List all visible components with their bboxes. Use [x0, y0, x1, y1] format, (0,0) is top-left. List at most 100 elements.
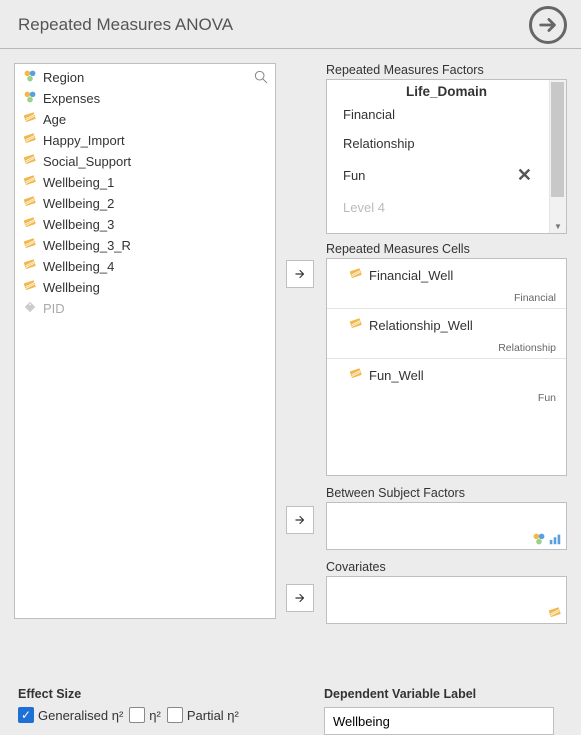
continuous-icon	[23, 132, 37, 149]
effect-size-section: Effect Size Generalised η² η² Partial η²	[18, 687, 324, 735]
variable-label: PID	[43, 301, 65, 316]
variable-item[interactable]: Wellbeing_2	[15, 193, 275, 214]
arrow-right-icon	[293, 513, 307, 527]
variable-label: Wellbeing_2	[43, 196, 114, 211]
variable-list-panel: Region Expenses Age Happy_Import Social_Supp…	[14, 63, 276, 619]
cell-level-label: Fun	[349, 384, 556, 404]
variable-label: Wellbeing_3	[43, 217, 114, 232]
variable-item[interactable]: Wellbeing	[15, 277, 275, 298]
continuous-icon	[23, 258, 37, 275]
transfer-to-between-button[interactable]	[286, 506, 314, 534]
continuous-icon	[23, 237, 37, 254]
page-title: Repeated Measures ANOVA	[18, 15, 233, 35]
variable-label: Wellbeing_4	[43, 259, 114, 274]
variable-item[interactable]: Happy_Import	[15, 130, 275, 151]
checkbox[interactable]	[18, 707, 34, 723]
transfer-to-covariates-button[interactable]	[286, 584, 314, 612]
variable-label: Age	[43, 112, 66, 127]
checkbox-label: Partial η²	[187, 708, 239, 723]
between-label: Between Subject Factors	[326, 486, 567, 500]
variable-label: Wellbeing	[43, 280, 100, 295]
variable-label: Wellbeing_1	[43, 175, 114, 190]
variable-label: Region	[43, 70, 84, 85]
transfer-to-cells-button[interactable]	[286, 260, 314, 288]
nominal-icon	[23, 90, 37, 107]
search-icon[interactable]	[253, 69, 269, 90]
covariates-label: Covariates	[326, 560, 567, 574]
continuous-icon	[23, 216, 37, 233]
factor-level[interactable]: Relationship	[339, 129, 539, 158]
continuous-hint-icon	[548, 606, 562, 620]
continuous-icon	[349, 267, 363, 284]
dv-label-input[interactable]	[324, 707, 554, 735]
arrow-right-icon	[293, 591, 307, 605]
remove-level-button[interactable]: ✕	[514, 165, 535, 186]
dv-label-section: Dependent Variable Label	[324, 687, 563, 735]
cell-variable-label: Fun_Well	[369, 368, 424, 383]
checkbox-label: η²	[149, 708, 161, 723]
continuous-icon	[23, 153, 37, 170]
continuous-icon	[23, 174, 37, 191]
covariates-panel[interactable]	[326, 576, 567, 624]
cell-variable-label: Relationship_Well	[369, 318, 473, 333]
level-label: Level 4	[343, 200, 385, 215]
variable-item[interactable]: PID	[15, 298, 275, 319]
arrow-right-icon	[537, 14, 559, 36]
variable-item[interactable]: Age	[15, 109, 275, 130]
rm-cells-panel[interactable]: Financial_WellFinancialRelationship_Well…	[326, 258, 567, 476]
id-icon	[23, 300, 37, 317]
variable-item[interactable]: Region	[15, 67, 275, 88]
variable-item[interactable]: Wellbeing_4	[15, 256, 275, 277]
rm-factors-section: Repeated Measures Factors Life_Domain Fi…	[326, 63, 567, 234]
scroll-thumb[interactable]	[551, 82, 564, 197]
continuous-icon	[349, 367, 363, 384]
scrollbar[interactable]: ▲ ▼	[549, 80, 566, 233]
level-label: Relationship	[343, 136, 415, 151]
variable-label: Happy_Import	[43, 133, 125, 148]
run-analysis-button[interactable]	[529, 6, 567, 44]
cell-variable-label: Financial_Well	[369, 268, 453, 283]
rm-factors-label: Repeated Measures Factors	[326, 63, 567, 77]
variable-item[interactable]: Wellbeing_3_R	[15, 235, 275, 256]
scroll-down-icon[interactable]: ▼	[554, 222, 562, 231]
dv-label-title: Dependent Variable Label	[324, 687, 563, 701]
factor-name[interactable]: Life_Domain	[327, 80, 566, 100]
level-label: Financial	[343, 107, 395, 122]
cell-level-label: Financial	[349, 284, 556, 304]
variable-label: Wellbeing_3_R	[43, 238, 131, 253]
nominal-icon	[23, 69, 37, 86]
variable-item[interactable]: Wellbeing_3	[15, 214, 275, 235]
factor-level[interactable]: Fun ✕	[339, 158, 539, 193]
effect-size-option[interactable]: Generalised η²	[18, 707, 123, 723]
rm-factors-panel[interactable]: Life_Domain Financial Relationship Fun ✕ Lev…	[326, 79, 567, 234]
continuous-icon	[349, 317, 363, 334]
arrow-right-icon	[293, 267, 307, 281]
continuous-icon	[23, 195, 37, 212]
continuous-icon	[23, 279, 37, 296]
ordinal-hint-icon	[548, 532, 562, 546]
variable-label: Expenses	[43, 91, 100, 106]
checkbox-label: Generalised η²	[38, 708, 123, 723]
variable-item[interactable]: Social_Support	[15, 151, 275, 172]
rm-cells-label: Repeated Measures Cells	[326, 242, 567, 256]
cell-row[interactable]: Financial_WellFinancial	[327, 259, 566, 309]
rm-cells-section: Repeated Measures Cells Financial_WellFi…	[326, 242, 567, 476]
cell-row[interactable]: Relationship_WellRelationship	[327, 309, 566, 359]
variable-item[interactable]: Wellbeing_1	[15, 172, 275, 193]
nominal-hint-icon	[532, 532, 546, 546]
cell-level-label: Relationship	[349, 334, 556, 354]
effect-size-option[interactable]: Partial η²	[167, 707, 239, 723]
factor-level[interactable]: Financial	[339, 100, 539, 129]
cell-row[interactable]: Fun_WellFun	[327, 359, 566, 408]
factor-level[interactable]: Level 4	[339, 193, 539, 222]
variable-item[interactable]: Expenses	[15, 88, 275, 109]
effect-size-option[interactable]: η²	[129, 707, 161, 723]
effect-size-title: Effect Size	[18, 687, 324, 701]
between-panel[interactable]	[326, 502, 567, 550]
level-label: Fun	[343, 168, 365, 183]
covariates-section: Covariates	[326, 560, 567, 624]
checkbox[interactable]	[167, 707, 183, 723]
between-section: Between Subject Factors	[326, 486, 567, 550]
continuous-icon	[23, 111, 37, 128]
checkbox[interactable]	[129, 707, 145, 723]
